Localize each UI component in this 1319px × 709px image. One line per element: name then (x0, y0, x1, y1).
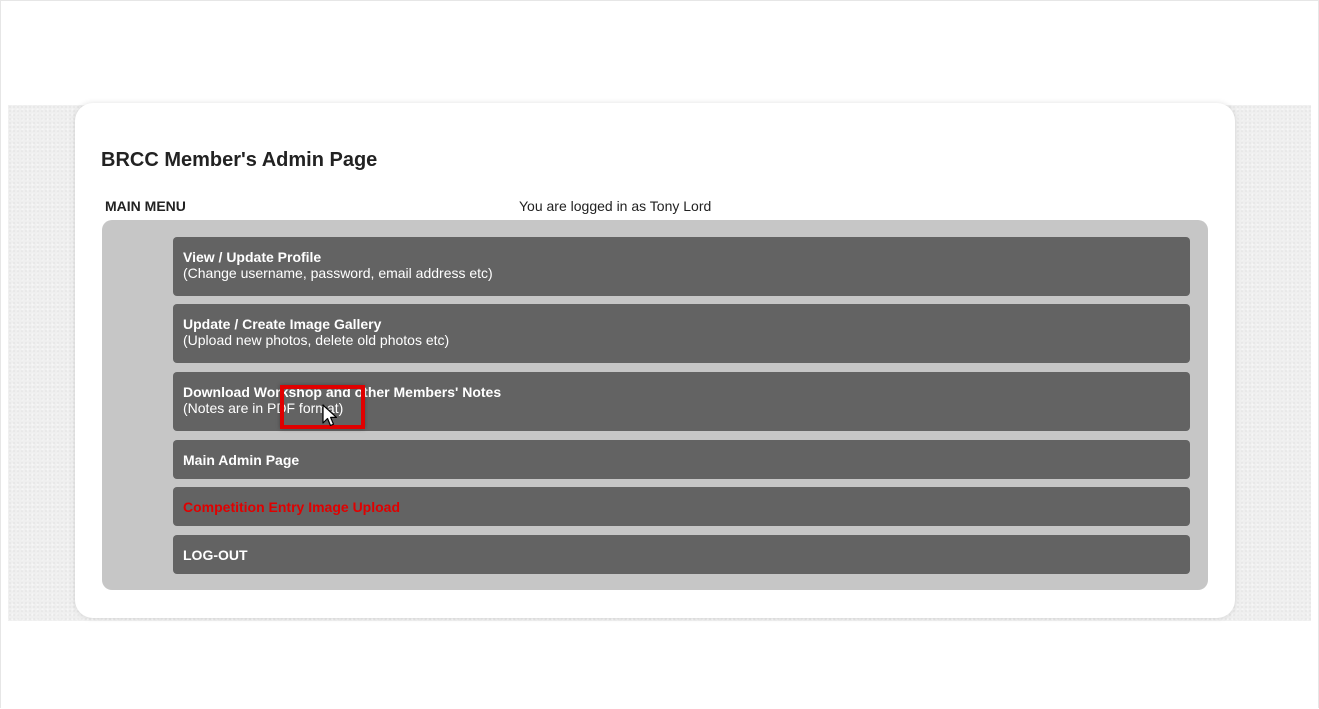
login-status: You are logged in as Tony Lord (519, 198, 712, 214)
menu-item-description: (Change username, password, email addres… (183, 265, 493, 281)
menu-item-logout[interactable]: LOG-OUT (173, 535, 1190, 574)
menu-item-title: Download Workshop and other Members' Not… (183, 384, 502, 400)
menu-item-title: LOG-OUT (183, 547, 248, 563)
menu-item-title: Competition Entry Image Upload (183, 499, 401, 515)
menu-item-competition-upload[interactable]: Competition Entry Image Upload (173, 487, 1190, 526)
menu-item-main-admin-page[interactable]: Main Admin Page (173, 440, 1190, 479)
admin-card: BRCC Member's Admin Page MAIN MENU You a… (75, 103, 1235, 618)
menu-item-title: Main Admin Page (183, 452, 300, 468)
menu-item-description: (Upload new photos, delete old photos et… (183, 332, 450, 348)
menu-item-title: View / Update Profile (183, 249, 322, 265)
menu-item-view-update-profile[interactable]: View / Update Profile (Change username, … (173, 237, 1190, 296)
menu-item-title: Update / Create Image Gallery (183, 316, 382, 332)
menu-item-image-gallery[interactable]: Update / Create Image Gallery (Upload ne… (173, 304, 1190, 363)
page-title: BRCC Member's Admin Page (101, 149, 378, 171)
menu-item-download-notes[interactable]: Download Workshop and other Members' Not… (173, 372, 1190, 431)
menu-item-description: (Notes are in PDF format) (183, 400, 344, 416)
main-menu-panel: View / Update Profile (Change username, … (102, 220, 1208, 590)
main-menu-heading: MAIN MENU (105, 198, 186, 214)
